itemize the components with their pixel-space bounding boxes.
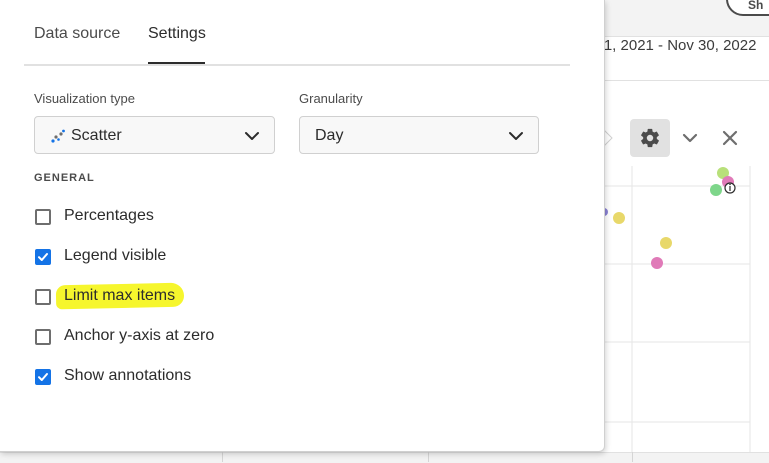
workspace-bottom-bar bbox=[0, 452, 769, 463]
data-point bbox=[660, 237, 672, 249]
settings-button[interactable] bbox=[630, 119, 670, 157]
column-divider bbox=[632, 452, 633, 462]
visualization-settings-popover: Data source Settings Visualization type … bbox=[0, 0, 605, 452]
chevron-down-icon bbox=[682, 133, 698, 143]
limit-max-items-checkbox[interactable] bbox=[35, 289, 51, 305]
tab-data-source[interactable]: Data source bbox=[34, 25, 120, 64]
checkmark-icon bbox=[38, 373, 48, 381]
active-tab-indicator bbox=[148, 62, 205, 64]
gear-icon bbox=[641, 128, 659, 148]
data-point bbox=[651, 257, 663, 269]
legend-visible-label: Legend visible bbox=[64, 247, 167, 264]
percentages-label: Percentages bbox=[64, 207, 154, 224]
general-section-heading: GENERAL bbox=[34, 172, 95, 184]
close-button[interactable] bbox=[718, 126, 742, 150]
show-annotations-checkbox[interactable] bbox=[35, 369, 51, 385]
limit-max-items-label: Limit max items bbox=[64, 287, 176, 304]
granularity-label: Granularity bbox=[299, 91, 363, 106]
column-divider bbox=[222, 452, 223, 462]
chevron-down-icon bbox=[509, 132, 523, 140]
visualization-type-picker[interactable]: Scatter bbox=[34, 116, 275, 154]
annotation-info-icon[interactable] bbox=[724, 182, 736, 194]
share-button-label: Sh bbox=[748, 0, 764, 12]
settings-tabs: Data source Settings bbox=[24, 0, 570, 66]
chevron-down-icon bbox=[245, 132, 259, 140]
percentages-checkbox[interactable] bbox=[35, 209, 51, 225]
checkmark-icon bbox=[38, 253, 48, 261]
scatter-chart-icon bbox=[51, 129, 65, 143]
data-point bbox=[710, 184, 722, 196]
tab-settings[interactable]: Settings bbox=[148, 25, 206, 64]
granularity-value: Day bbox=[315, 127, 344, 144]
anchor-y-axis-checkbox[interactable] bbox=[35, 329, 51, 345]
close-icon bbox=[722, 130, 738, 146]
visualization-type-label: Visualization type bbox=[34, 91, 135, 106]
show-annotations-label: Show annotations bbox=[64, 367, 192, 384]
collapse-button[interactable] bbox=[678, 126, 702, 150]
granularity-picker[interactable]: Day bbox=[299, 116, 539, 154]
anchor-y-axis-label: Anchor y-axis at zero bbox=[64, 327, 215, 344]
column-divider bbox=[428, 452, 429, 462]
legend-visible-checkbox[interactable] bbox=[35, 249, 51, 265]
date-range-label: ct 1, 2021 - Nov 30, 2022 bbox=[588, 37, 757, 54]
visualization-type-value: Scatter bbox=[71, 127, 122, 144]
data-point bbox=[613, 212, 625, 224]
